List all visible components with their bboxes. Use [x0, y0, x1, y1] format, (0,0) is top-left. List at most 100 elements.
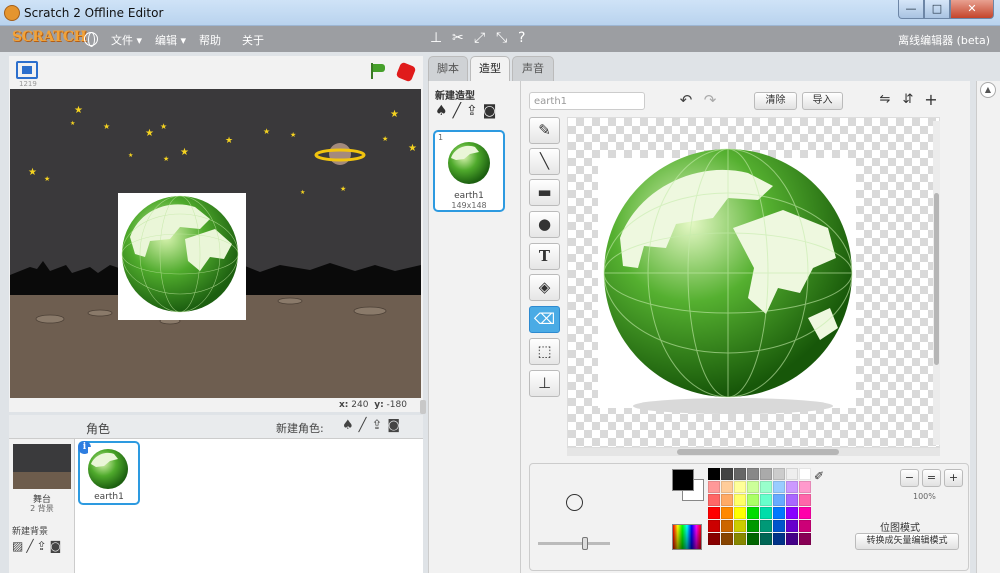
scroll-up-icon[interactable]: ▲ [980, 82, 996, 98]
palette-swatch[interactable] [760, 468, 772, 480]
canvas-vertical-scrollbar[interactable] [933, 121, 940, 445]
palette-swatch[interactable] [786, 468, 798, 480]
tab-scripts[interactable]: 脚本 [428, 56, 468, 81]
green-flag-icon[interactable] [369, 63, 385, 79]
palette-swatch[interactable] [734, 533, 746, 545]
palette-swatch[interactable] [773, 507, 785, 519]
stop-sign-icon[interactable] [395, 61, 417, 83]
import-button[interactable]: 导入 [802, 92, 843, 110]
palette-swatch[interactable] [773, 468, 785, 480]
color-spectrum-button[interactable] [672, 524, 702, 550]
palette-swatch[interactable] [799, 494, 811, 506]
clear-button[interactable]: 清除 [754, 92, 797, 110]
brush-tool[interactable]: ✎ [529, 117, 560, 144]
canvas-horizontal-scrollbar[interactable] [567, 448, 940, 456]
line-tool[interactable]: ╲ [529, 148, 560, 175]
maximize-button[interactable]: □ [924, 0, 950, 19]
brush-size-slider[interactable] [538, 537, 610, 550]
current-color-swatch[interactable] [672, 469, 704, 501]
ellipse-tool[interactable]: ● [529, 211, 560, 238]
close-button[interactable]: ✕ [950, 0, 994, 19]
tab-costumes[interactable]: 造型 [470, 56, 510, 81]
scratch-logo[interactable]: SCRATCH [12, 29, 87, 45]
palette-swatch[interactable] [734, 507, 746, 519]
camera-costume-icon[interactable]: ◙ [483, 103, 497, 119]
redo-icon[interactable]: ↷ [699, 90, 721, 110]
palette-swatch[interactable] [721, 520, 733, 532]
text-tool[interactable]: T [529, 243, 560, 270]
palette-swatch[interactable] [799, 481, 811, 493]
camera-backdrop-icon[interactable]: ◙ [50, 539, 62, 553]
palette-swatch[interactable] [708, 481, 720, 493]
palette-swatch[interactable] [799, 533, 811, 545]
palette-swatch[interactable] [747, 494, 759, 506]
menu-edit[interactable]: 编辑 ▾ [155, 32, 186, 48]
flip-vertical-icon[interactable]: ⇵ [898, 90, 918, 110]
palette-swatch[interactable] [760, 533, 772, 545]
palette-swatch[interactable] [721, 468, 733, 480]
menu-about[interactable]: 关于 [242, 32, 264, 48]
stamp-tool[interactable]: ⊥ [529, 370, 560, 397]
palette-swatch[interactable] [734, 468, 746, 480]
palette-swatch[interactable] [747, 533, 759, 545]
fill-bucket-tool[interactable]: ◈ [529, 274, 560, 301]
palette-swatch[interactable] [708, 533, 720, 545]
stage-backdrop-pane[interactable]: 舞台 2 背景 新建背景 ▨ ╱ ⇪ ◙ [9, 439, 75, 573]
palette-swatch[interactable] [786, 507, 798, 519]
paint-backdrop-icon[interactable]: ╱ [26, 539, 33, 553]
stage-canvas[interactable]: ★ ★ ★ ★ ★ ★ ★ ★ ★ ★ ★ ★ ★ ★ ★ ★ ★ ★ [10, 89, 421, 398]
convert-to-vector-button[interactable]: 转换成矢量编辑模式 [855, 533, 959, 550]
palette-swatch[interactable] [721, 481, 733, 493]
backdrop-thumbnail[interactable] [13, 444, 71, 489]
palette-swatch[interactable] [786, 494, 798, 506]
cut-scissors-icon[interactable]: ✂ [452, 30, 464, 46]
palette-swatch[interactable] [773, 520, 785, 532]
palette-swatch[interactable] [747, 481, 759, 493]
palette-swatch[interactable] [760, 481, 772, 493]
eyedropper-icon[interactable]: ✐ [814, 469, 830, 485]
duplicate-stamp-icon[interactable]: ⊥ [430, 30, 442, 46]
upload-costume-icon[interactable]: ⇪ [466, 103, 478, 119]
palette-swatch[interactable] [773, 494, 785, 506]
earth-sprite[interactable] [121, 195, 239, 313]
set-center-icon[interactable]: + [921, 90, 941, 110]
palette-swatch[interactable] [799, 468, 811, 480]
palette-swatch[interactable] [760, 507, 772, 519]
palette-swatch[interactable] [734, 494, 746, 506]
palette-swatch[interactable] [747, 507, 759, 519]
zoom-reset-button[interactable]: = [922, 469, 941, 487]
palette-swatch[interactable] [721, 494, 733, 506]
camera-sprite-icon[interactable]: ◙ [387, 418, 400, 433]
backdrop-library-icon[interactable]: ▨ [12, 539, 23, 553]
language-globe-icon[interactable] [84, 32, 98, 47]
flip-horizontal-icon[interactable]: ⇋ [875, 90, 895, 110]
minimize-button[interactable]: — [898, 0, 924, 19]
fullscreen-button[interactable] [16, 61, 38, 79]
sprite-thumbnail-earth1[interactable]: i earth1 [78, 441, 140, 505]
palette-swatch[interactable] [760, 494, 772, 506]
palette-swatch[interactable] [747, 468, 759, 480]
palette-swatch[interactable] [734, 520, 746, 532]
paint-canvas[interactable] [567, 117, 940, 448]
palette-swatch[interactable] [708, 468, 720, 480]
palette-swatch[interactable] [721, 507, 733, 519]
costume-thumbnail-earth1[interactable]: 1 earth1 149x148 [433, 130, 505, 212]
palette-swatch[interactable] [799, 507, 811, 519]
tab-sounds[interactable]: 声音 [512, 56, 554, 81]
editor-right-scrollbar[interactable]: ▲ [976, 81, 1000, 573]
collapse-handle[interactable] [420, 400, 426, 414]
costume-name-input[interactable] [529, 92, 645, 110]
costume-library-icon[interactable]: ♠ [435, 103, 448, 119]
palette-swatch[interactable] [734, 481, 746, 493]
undo-icon[interactable]: ↶ [675, 90, 697, 110]
palette-swatch[interactable] [721, 533, 733, 545]
shrink-icon[interactable]: ⤡ [496, 30, 507, 46]
palette-swatch[interactable] [708, 494, 720, 506]
paint-sprite-icon[interactable]: ╱ [359, 418, 367, 433]
select-tool[interactable]: ⬚ [529, 338, 560, 365]
palette-swatch[interactable] [799, 520, 811, 532]
color-palette[interactable] [708, 468, 812, 545]
palette-swatch[interactable] [708, 507, 720, 519]
palette-swatch[interactable] [747, 520, 759, 532]
palette-swatch[interactable] [786, 520, 798, 532]
